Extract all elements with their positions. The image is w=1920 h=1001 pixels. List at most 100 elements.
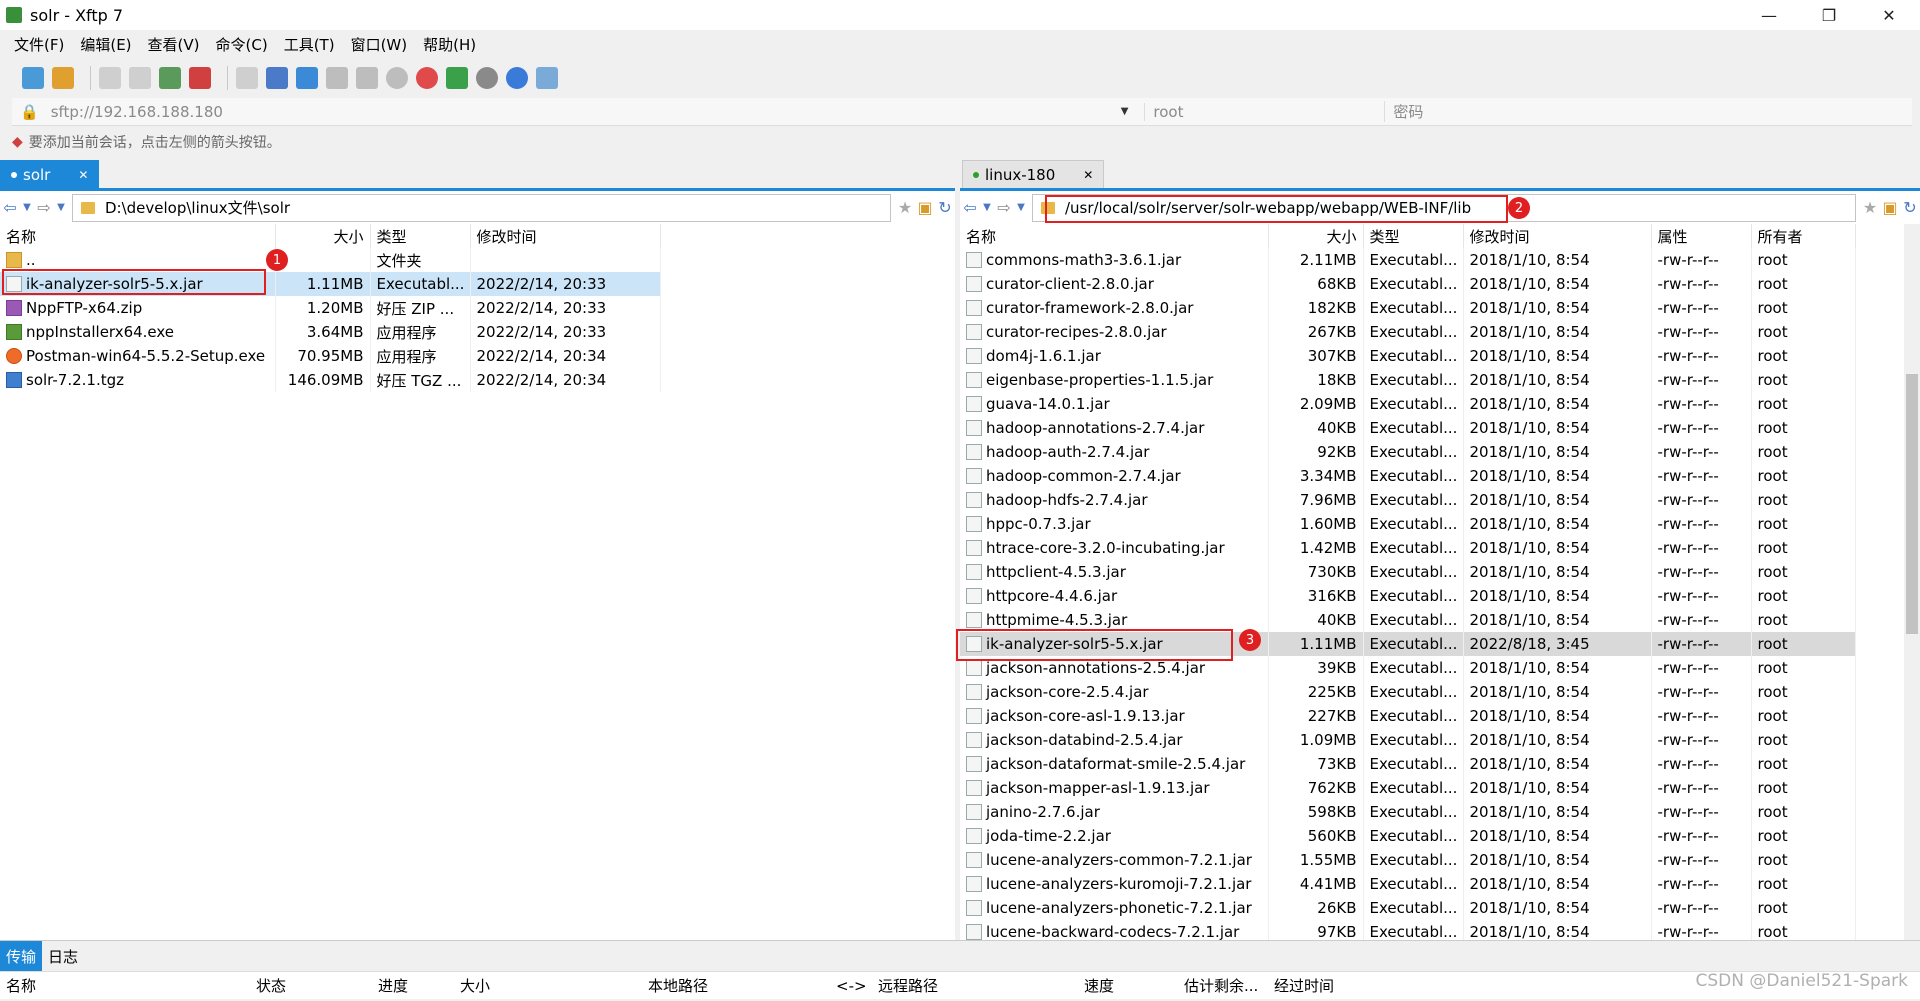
chevron-down-icon[interactable]: ▼ — [1121, 106, 1129, 117]
menu-command[interactable]: 命令(C) — [216, 34, 268, 55]
table-row[interactable]: lucene-analyzers-phonetic-7.2.1.jar 26KB E… — [960, 896, 1856, 920]
refresh-icon[interactable]: ↻ — [935, 198, 955, 217]
menu-help[interactable]: 帮助(H) — [423, 34, 476, 55]
transfer-col-speed[interactable]: 速度 — [1084, 975, 1184, 996]
table-row[interactable]: lucene-analyzers-common-7.2.1.jar 1.55MB E… — [960, 848, 1856, 872]
table-row[interactable]: curator-recipes-2.8.0.jar 267KB Executabl.… — [960, 320, 1856, 344]
copy-icon[interactable] — [326, 67, 348, 89]
table-row[interactable]: joda-time-2.2.jar 560KB Executabl... 2018/1… — [960, 824, 1856, 848]
sync-icon[interactable] — [296, 67, 318, 89]
table-row[interactable]: lucene-backward-codecs-7.2.1.jar 97KB Exec… — [960, 920, 1856, 940]
table-row[interactable]: httpclient-4.5.3.jar 730KB Executabl... 201… — [960, 560, 1856, 584]
tab-local-solr[interactable]: solr ✕ — [0, 160, 100, 188]
transfer-col-local-path[interactable]: 本地路径 — [648, 975, 836, 996]
star-icon[interactable]: ★ — [895, 198, 915, 217]
table-row[interactable]: ik-analyzer-solr5-5.x.jar 1.11MB Executabl… — [960, 632, 1856, 656]
remote-scrollbar[interactable] — [1904, 224, 1920, 940]
table-row[interactable]: jackson-dataformat-smile-2.5.4.jar 73KB Ex… — [960, 752, 1856, 776]
table-row[interactable]: Postman-win64-5.5.2-Setup.exe 70.95MB 应用… — [0, 344, 661, 368]
table-row[interactable]: curator-client-2.8.0.jar 68KB Executabl...… — [960, 272, 1856, 296]
col-header-mtime[interactable]: 修改时间 — [1463, 224, 1652, 248]
transfer-col-progress[interactable]: 进度 — [378, 975, 460, 996]
col-header-type[interactable]: 类型 — [370, 224, 471, 248]
transfer-col-elapsed[interactable]: 经过时间 — [1274, 975, 1374, 996]
table-row[interactable]: curator-framework-2.8.0.jar 182KB Executab… — [960, 296, 1856, 320]
table-row[interactable]: nppInstallerx64.exe 3.64MB 应用程序 2022/2/1… — [0, 320, 661, 344]
menu-window[interactable]: 窗口(W) — [351, 34, 408, 55]
table-row[interactable]: jackson-annotations-2.5.4.jar 39KB Executa… — [960, 656, 1856, 680]
table-row[interactable]: jackson-databind-2.5.4.jar 1.09MB Executab… — [960, 728, 1856, 752]
transfer-icon[interactable] — [189, 67, 211, 89]
home-folder-icon[interactable]: ▣ — [1880, 198, 1900, 217]
scrollbar-thumb[interactable] — [1906, 374, 1918, 634]
home-folder-icon[interactable]: ▣ — [915, 198, 935, 217]
table-row[interactable]: htrace-core-3.2.0-incubating.jar 1.42MB Ex… — [960, 536, 1856, 560]
transfer-col-remote-path[interactable]: 远程路径 — [878, 975, 1084, 996]
table-row[interactable]: httpcore-4.4.6.jar 316KB Executabl... 2018/… — [960, 584, 1856, 608]
gear-icon[interactable] — [476, 67, 498, 89]
menu-tools[interactable]: 工具(T) — [284, 34, 335, 55]
col-header-name[interactable]: 名称 — [960, 224, 1269, 248]
table-row[interactable]: hadoop-hdfs-2.7.4.jar 7.96MB Executabl... 2… — [960, 488, 1856, 512]
tab-transfer[interactable]: 传输 — [0, 941, 43, 971]
col-header-name[interactable]: 名称 — [0, 224, 276, 248]
password-input[interactable]: 密码 — [1384, 101, 1684, 122]
xshell-icon[interactable] — [416, 67, 438, 89]
transfer-col-name[interactable]: 名称 — [0, 975, 256, 996]
bookmark-icon[interactable]: ◆ — [12, 134, 23, 150]
table-row[interactable]: httpmime-4.5.3.jar 40KB Executabl... 2018/1… — [960, 608, 1856, 632]
chevron-down-icon[interactable]: ▼ — [1014, 202, 1028, 213]
table-row[interactable]: jackson-core-asl-1.9.13.jar 227KB Executab… — [960, 704, 1856, 728]
help-icon[interactable] — [506, 67, 528, 89]
close-button[interactable]: ✕ — [1860, 0, 1918, 30]
forward-arrow-icon[interactable]: ⇨ — [34, 198, 54, 217]
paste-icon[interactable] — [356, 67, 378, 89]
col-header-size[interactable]: 大小 — [1268, 224, 1364, 248]
table-row[interactable]: hppc-0.7.3.jar 1.60MB Executabl... 2018/1/1… — [960, 512, 1856, 536]
col-header-attr[interactable]: 属性 — [1651, 224, 1752, 248]
back-arrow-icon[interactable]: ⇦ — [0, 198, 20, 217]
download-icon[interactable] — [266, 67, 288, 89]
table-row[interactable]: jackson-core-2.5.4.jar 225KB Executabl... 2… — [960, 680, 1856, 704]
open-folder-icon[interactable] — [52, 67, 74, 89]
chat-icon[interactable] — [536, 67, 558, 89]
col-header-owner[interactable]: 所有者 — [1751, 224, 1856, 248]
col-header-mtime[interactable]: 修改时间 — [470, 224, 661, 248]
menu-view[interactable]: 查看(V) — [148, 34, 200, 55]
tab-log[interactable]: 日志 — [42, 941, 84, 971]
table-row[interactable]: hadoop-auth-2.7.4.jar 92KB Executabl... 201… — [960, 440, 1856, 464]
maximize-button[interactable]: ❐ — [1800, 0, 1858, 30]
xftp-icon[interactable] — [446, 67, 468, 89]
star-icon[interactable]: ★ — [1860, 198, 1880, 217]
tab-remote-linux-180[interactable]: linux-180 ✕ — [962, 160, 1105, 188]
forward-arrow-icon[interactable]: ⇨ — [994, 198, 1014, 217]
menu-edit[interactable]: 编辑(E) — [80, 34, 131, 55]
transfer-col-remaining[interactable]: 估计剩余... — [1184, 975, 1274, 996]
refresh-icon[interactable]: ↻ — [1900, 198, 1920, 217]
table-row[interactable]: eigenbase-properties-1.1.5.jar 18KB Execut… — [960, 368, 1856, 392]
connect-icon[interactable] — [99, 67, 121, 89]
transfer-col-status[interactable]: 状态 — [256, 975, 378, 996]
table-row[interactable]: .. 文件夹 — [0, 248, 661, 272]
transfer-col-size[interactable]: 大小 — [460, 975, 648, 996]
table-row[interactable]: hadoop-annotations-2.7.4.jar 40KB Executab… — [960, 416, 1856, 440]
transfer-col-direction[interactable]: <-> — [836, 977, 878, 995]
table-row[interactable]: guava-14.0.1.jar 2.09MB Executabl... 2018/1… — [960, 392, 1856, 416]
new-session-icon[interactable] — [22, 67, 44, 89]
chevron-down-icon[interactable]: ▼ — [20, 202, 34, 213]
table-row[interactable]: ik-analyzer-solr5-5.x.jar 1.11MB Executa… — [0, 272, 661, 296]
local-path-input[interactable]: D:\develop\linux文件\solr — [72, 193, 891, 222]
host-address-input[interactable]: sftp://192.168.188.180 — [51, 103, 1101, 121]
table-row[interactable]: NppFTP-x64.zip 1.20MB 好压 ZIP ... 2022/2/… — [0, 296, 661, 320]
col-header-size[interactable]: 大小 — [275, 224, 371, 248]
close-tab-icon[interactable]: ✕ — [78, 168, 88, 182]
table-row[interactable]: commons-math3-3.6.1.jar 2.11MB Executabl..… — [960, 248, 1856, 272]
col-header-type[interactable]: 类型 — [1363, 224, 1464, 248]
table-row[interactable]: solr-7.2.1.tgz 146.09MB 好压 TGZ ... 2022/… — [0, 368, 661, 392]
table-row[interactable]: janino-2.7.6.jar 598KB Executabl... 2018/1/… — [960, 800, 1856, 824]
close-tab-icon[interactable]: ✕ — [1083, 168, 1093, 182]
chevron-down-icon[interactable]: ▼ — [980, 202, 994, 213]
table-row[interactable]: jackson-mapper-asl-1.9.13.jar 762KB Execut… — [960, 776, 1856, 800]
new-folder-icon[interactable] — [159, 67, 181, 89]
minimize-button[interactable]: — — [1740, 0, 1798, 30]
